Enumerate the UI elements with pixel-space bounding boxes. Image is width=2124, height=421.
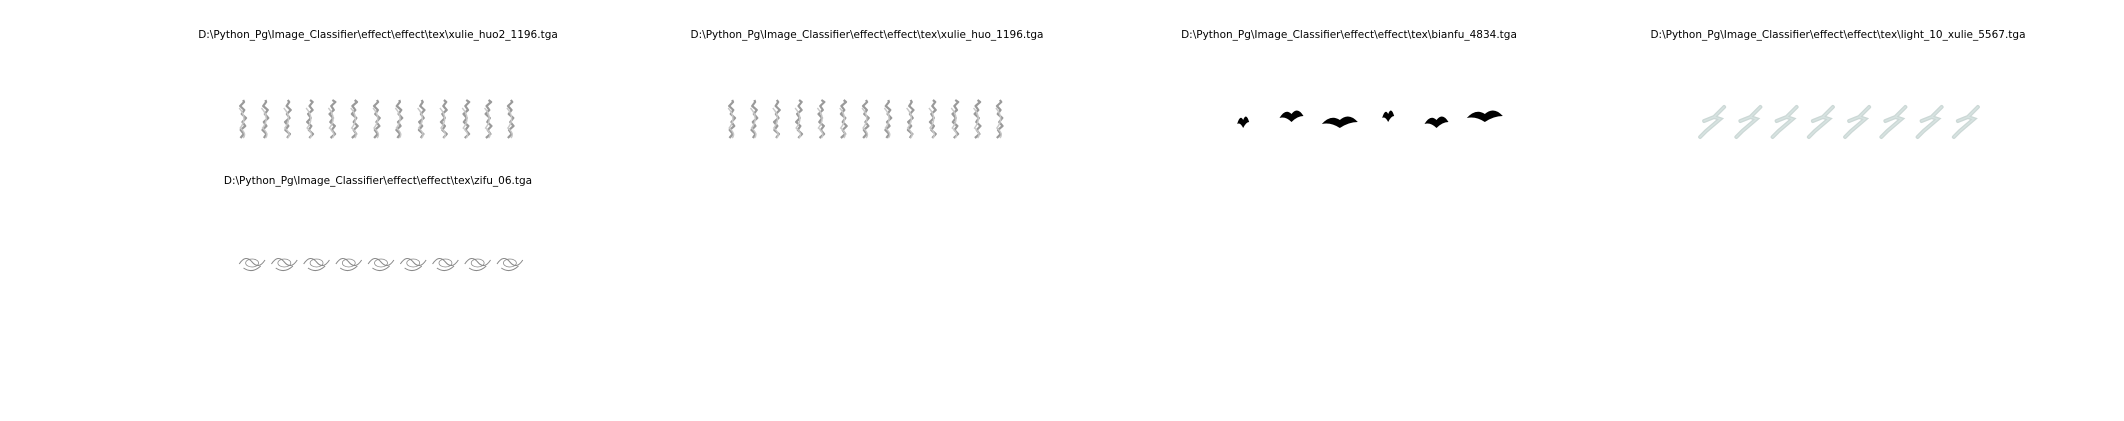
figure-panel-3: D:\Python_Pg\Image_Classifier\effect\eff… (1139, 28, 1559, 148)
sprite-frame (260, 99, 270, 139)
sprite-frame (238, 99, 248, 139)
sprite-frame (303, 258, 330, 272)
sprite-frame (496, 258, 524, 272)
sprite-frame (367, 258, 395, 272)
sprite-frame (1279, 110, 1304, 122)
sprite-strip-image (238, 99, 515, 139)
sprite-frame (928, 99, 937, 139)
sprite-frame (372, 99, 381, 139)
sprite-frame (1321, 116, 1358, 128)
sprite-strip-image (727, 99, 1004, 139)
panel-title: D:\Python_Pg\Image_Classifier\effect\eff… (1181, 29, 1517, 41)
sprite-frame (484, 99, 493, 139)
sprite-frame (995, 99, 1004, 139)
sprite-frame (1424, 116, 1449, 128)
sprite-frame (1915, 105, 1944, 139)
sprite-frame (305, 99, 315, 139)
sprite-frame (1770, 105, 1799, 139)
sprite-frame (394, 99, 404, 139)
sprite-frame (749, 99, 759, 139)
sprite-frame (794, 99, 804, 139)
figure-panel-5: D:\Python_Pg\Image_Classifier\effect\eff… (168, 174, 588, 294)
sprite-frame (1698, 105, 1727, 139)
panel-title: D:\Python_Pg\Image_Classifier\effect\eff… (198, 29, 558, 41)
sprite-frame (1382, 110, 1395, 122)
sprite-frame (906, 99, 915, 139)
sprite-frame (238, 258, 266, 272)
sprite-frame (1843, 105, 1872, 139)
figure-panel-4: D:\Python_Pg\Image_Classifier\effect\eff… (1628, 28, 2048, 148)
sprite-frame (1466, 110, 1503, 122)
sprite-frame (335, 258, 363, 272)
sprite-frame (271, 258, 298, 272)
sprite-frame (439, 99, 448, 139)
figure-panel-2: D:\Python_Pg\Image_Classifier\effect\eff… (657, 28, 1077, 148)
sprite-strip-image (238, 258, 524, 272)
sprite-frame (973, 99, 982, 139)
sprite-strip-image (1237, 110, 1503, 128)
sprite-frame (839, 99, 848, 139)
sprite-frame (327, 99, 337, 139)
sprite-frame (950, 99, 960, 139)
panel-title: D:\Python_Pg\Image_Classifier\effect\eff… (1650, 29, 2026, 41)
sprite-frame (883, 99, 893, 139)
sprite-frame (1879, 105, 1908, 139)
sprite-frame (283, 99, 292, 139)
sprite-frame (461, 99, 471, 139)
sprite-frame (1806, 105, 1835, 139)
sprite-frame (816, 99, 826, 139)
sprite-frame (350, 99, 359, 139)
sprite-frame (1237, 116, 1250, 128)
sprite-frame (506, 99, 515, 139)
sprite-frame (727, 99, 737, 139)
sprite-frame (1951, 105, 1980, 139)
sprite-frame (861, 99, 870, 139)
sprite-frame (399, 258, 427, 272)
panel-title: D:\Python_Pg\Image_Classifier\effect\eff… (223, 175, 533, 187)
sprite-frame (1734, 105, 1763, 139)
sprite-strip-image (1698, 105, 1980, 139)
sprite-frame (417, 99, 426, 139)
panel-title: D:\Python_Pg\Image_Classifier\effect\eff… (690, 29, 1044, 41)
sprite-frame (772, 99, 781, 139)
sprite-frame (464, 258, 491, 272)
sprite-frame (432, 258, 459, 272)
figure-panel-1: D:\Python_Pg\Image_Classifier\effect\eff… (168, 28, 588, 148)
